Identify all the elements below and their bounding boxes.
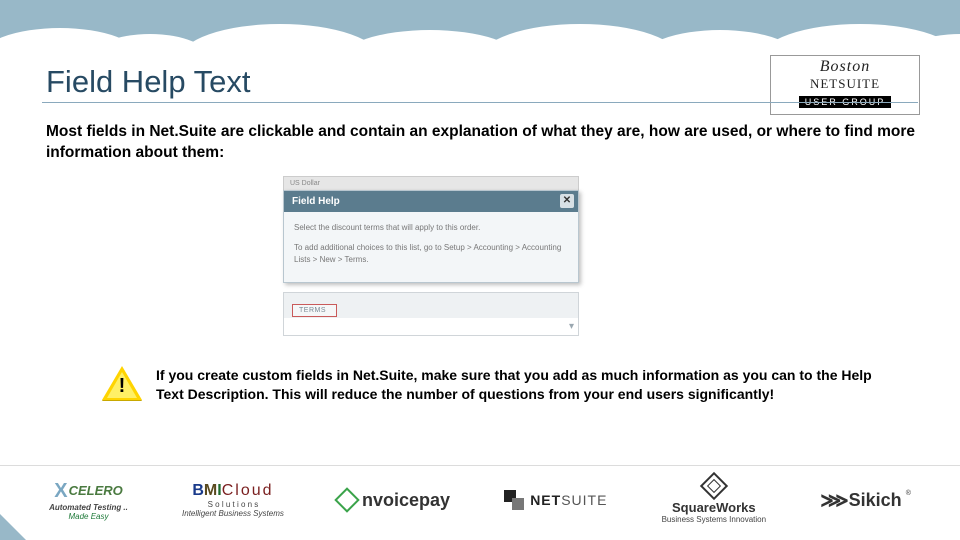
terms-dropdown[interactable]: ▾ [283, 318, 579, 336]
slide: Field Help Text Boston NETSUITE USER GRO… [0, 0, 960, 540]
intro-text: Most fields in Net.Suite are clickable a… [46, 122, 916, 164]
squareworks-name: SquareWorks [672, 500, 756, 515]
chevron-down-icon: ▾ [569, 321, 574, 332]
popup-title: Field Help [292, 196, 340, 207]
netsuite-bold: NET [530, 492, 561, 508]
bmi-sub2: Intelligent Business Systems [182, 509, 284, 518]
bmi-cloud: Cloud [222, 482, 274, 499]
sponsor-sikich: ⋙ Sikich ® [820, 488, 911, 513]
sikich-icon: ⋙ [820, 488, 844, 513]
xcelero-sub2: Made Easy [68, 512, 108, 521]
terms-label-highlighted[interactable]: TERMS [292, 304, 337, 317]
nvoicepay-name: nvoicepay [362, 490, 450, 511]
title-underline [42, 102, 918, 103]
sponsor-footer: XCELERO Automated Testing .. Made Easy B… [0, 466, 960, 540]
xcelero-sub1: Automated Testing .. [49, 503, 128, 512]
squareworks-sub: Business Systems Innovation [662, 515, 767, 524]
brand-box: Boston NETSUITE USER GROUP [770, 55, 920, 115]
xcelero-name: CELERO [69, 483, 123, 498]
sponsor-netsuite: NETSUITE [504, 490, 607, 510]
netsuite-light: SUITE [561, 492, 607, 508]
sikich-name: Sikich [849, 490, 902, 511]
popup-line2: To add additional choices to this list, … [294, 242, 568, 266]
registered-mark: ® [906, 490, 911, 497]
brand-line2: NETSUITE [775, 76, 915, 92]
tip-text: If you create custom fields in Net.Suite… [156, 366, 886, 404]
field-context-label: US Dollar [290, 180, 320, 187]
popup-header: Field Help ✕ [284, 191, 578, 212]
slide-title: Field Help Text [46, 64, 250, 100]
popup-line1: Select the discount terms that will appl… [294, 222, 568, 234]
squareworks-icon [700, 472, 728, 500]
sponsor-bmi: BMICloud S o l u t i o n s Intelligent B… [182, 482, 284, 518]
sponsor-squareworks: SquareWorks Business Systems Innovation [662, 476, 767, 524]
sponsor-nvoicepay: nvoicepay [338, 490, 450, 511]
warning-icon: ! [102, 366, 142, 402]
tip-row: ! If you create custom fields in Net.Sui… [96, 366, 886, 404]
brand-line1: Boston [775, 58, 915, 76]
sponsor-xcelero: XCELERO Automated Testing .. Made Easy [49, 480, 128, 521]
nvoicepay-icon [334, 487, 359, 512]
netsuite-icon [504, 490, 524, 510]
close-icon[interactable]: ✕ [560, 194, 574, 208]
field-help-popup: Field Help ✕ Select the discount terms t… [283, 190, 579, 283]
popup-body: Select the discount terms that will appl… [284, 212, 578, 282]
bmi-sub1: S o l u t i o n s [208, 500, 259, 509]
